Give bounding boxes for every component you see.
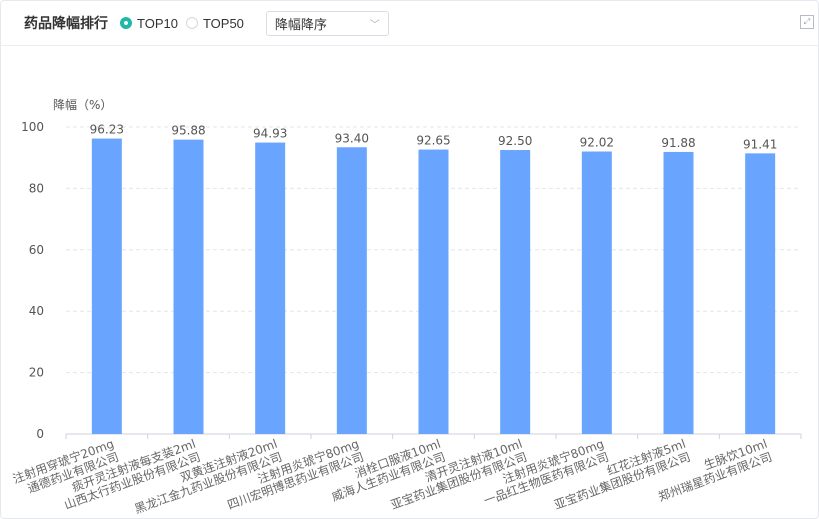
bar — [500, 150, 531, 434]
bar — [173, 139, 204, 434]
y-tick-label: 0 — [36, 427, 44, 441]
y-tick-label: 80 — [29, 181, 44, 195]
bar-chart: 降幅（%）020406080100 96.23注射用穿琥宁20mg通德药业有限公司… — [11, 97, 802, 516]
bar — [581, 151, 612, 434]
bar — [91, 138, 122, 434]
y-axis-title: 降幅（%） — [53, 97, 112, 112]
y-tick-label: 40 — [29, 304, 44, 318]
bar-value-label: 95.88 — [171, 124, 205, 138]
bar-value-label: 92.50 — [498, 134, 532, 148]
y-tick-label: 20 — [29, 366, 44, 380]
bar-value-label: 91.88 — [661, 136, 695, 150]
bar-value-label: 93.40 — [335, 131, 369, 145]
bar-value-label: 94.93 — [253, 127, 287, 141]
bar-value-label: 91.41 — [743, 137, 777, 151]
bar — [336, 147, 367, 434]
bar — [663, 151, 694, 434]
y-tick-label: 100 — [21, 120, 44, 134]
bar-value-label: 92.02 — [580, 135, 614, 149]
y-tick-label: 60 — [29, 243, 44, 257]
bar — [418, 149, 449, 434]
drug-reduction-ranking-card: 药品降幅排行 TOP10 TOP50 降幅降序 ﹀ ⤢ 降幅（%） 0 20 40 60 8… — [0, 0, 819, 519]
bar — [255, 142, 286, 435]
bar-value-label: 92.65 — [416, 134, 450, 148]
bar-value-label: 96.23 — [90, 123, 124, 137]
bar — [745, 153, 776, 434]
